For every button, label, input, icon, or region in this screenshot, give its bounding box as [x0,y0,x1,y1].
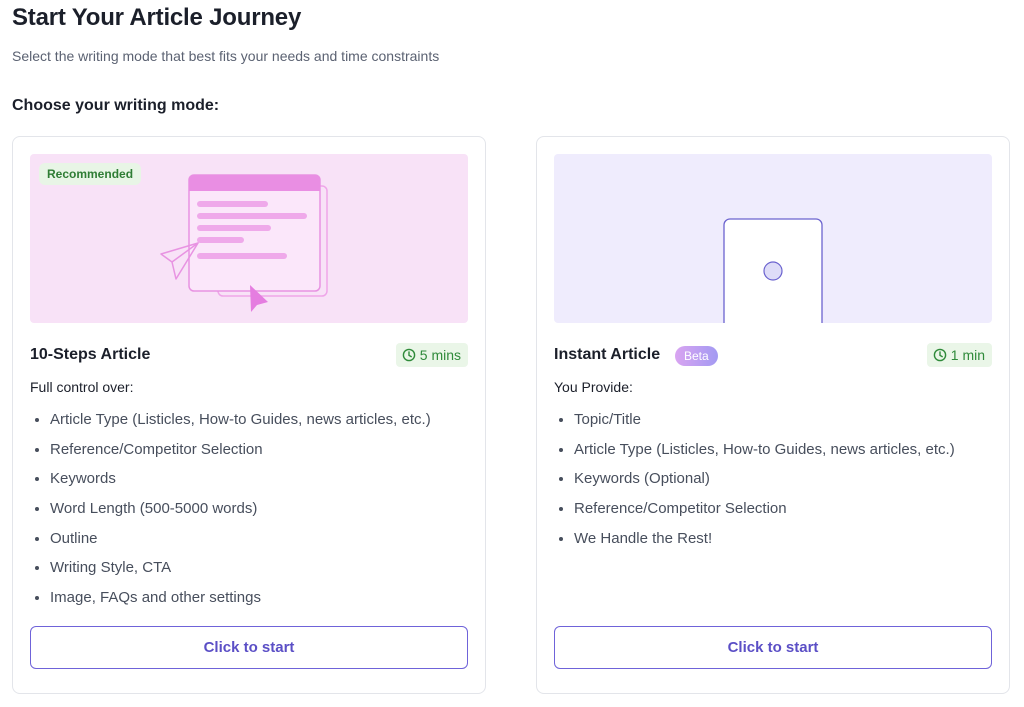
bullet-icon [35,447,39,452]
list-item: Image, FAQs and other settings [35,583,431,613]
bullet-icon [559,507,563,512]
feature-list: Topic/Title Article Type (Listicles, How… [559,405,955,553]
card-title: Instant Article [554,346,661,363]
list-item: Keywords (Optional) [559,464,955,494]
page-subtitle: Select the writing mode that best fits y… [12,48,440,64]
list-item-text: Writing Style, CTA [50,559,172,577]
clock-icon [402,348,416,362]
list-item: Reference/Competitor Selection [35,435,431,465]
list-item: We Handle the Rest! [559,523,955,553]
page-title: Start Your Article Journey [12,4,302,31]
clock-icon [933,348,947,362]
list-item: Article Type (Listicles, How-to Guides, … [559,435,955,465]
list-item: Keywords [35,464,431,494]
bullet-icon [35,566,39,571]
list-item-text: Outline [50,529,98,547]
start-instant-article-button[interactable]: Click to start [554,626,992,669]
card-hero-illustration: Recommended [30,154,468,323]
bullet-icon [559,447,563,452]
start-10-steps-button[interactable]: Click to start [30,626,468,669]
list-item-text: Word Length (500-5000 words) [50,500,258,518]
time-estimate-label: 1 min [950,347,985,363]
card-header: Instant Article Beta 1 min [554,342,992,368]
beta-badge: Beta [675,346,718,366]
card-lead-text: You Provide: [554,379,633,395]
bullet-icon [559,477,563,482]
list-item: Writing Style, CTA [35,553,431,583]
list-item-text: Reference/Competitor Selection [50,440,263,458]
feature-list: Article Type (Listicles, How-to Guides, … [35,405,431,612]
card-header: 10-Steps Article 5 mins [30,342,468,368]
bullet-icon [35,536,39,541]
list-item: Article Type (Listicles, How-to Guides, … [35,405,431,435]
phone-illustration [723,218,823,323]
list-item: Outline [35,523,431,553]
list-item-text: Keywords [50,470,116,488]
bullet-icon [35,418,39,423]
card-lead-text: Full control over: [30,379,134,395]
document-with-cursor-illustration [160,174,328,312]
time-estimate-chip: 1 min [926,343,992,367]
bullet-icon [35,507,39,512]
time-estimate-label: 5 mins [419,347,461,363]
card-hero-illustration [554,154,992,323]
list-item-text: Article Type (Listicles, How-to Guides, … [50,411,431,429]
list-item-text: Keywords (Optional) [574,470,710,488]
card-title: 10-Steps Article [30,346,151,363]
bullet-icon [559,418,563,423]
list-item: Reference/Competitor Selection [559,494,955,524]
card-instant-article[interactable]: Instant Article Beta 1 min You Provide: … [536,136,1010,694]
list-item: Word Length (500-5000 words) [35,494,431,524]
list-item-text: Reference/Competitor Selection [574,500,787,518]
list-item-text: Article Type (Listicles, How-to Guides, … [574,440,955,458]
list-item-text: Topic/Title [574,411,641,429]
list-item: Topic/Title [559,405,955,435]
bullet-icon [35,595,39,600]
list-item-text: Image, FAQs and other settings [50,588,261,606]
bullet-icon [559,536,563,541]
section-label: Choose your writing mode: [12,97,220,114]
bullet-icon [35,477,39,482]
card-10-steps-article[interactable]: Recommended 10-Steps Article 5 mins Full… [12,136,486,694]
list-item-text: We Handle the Rest! [574,529,713,547]
time-estimate-chip: 5 mins [395,343,468,367]
